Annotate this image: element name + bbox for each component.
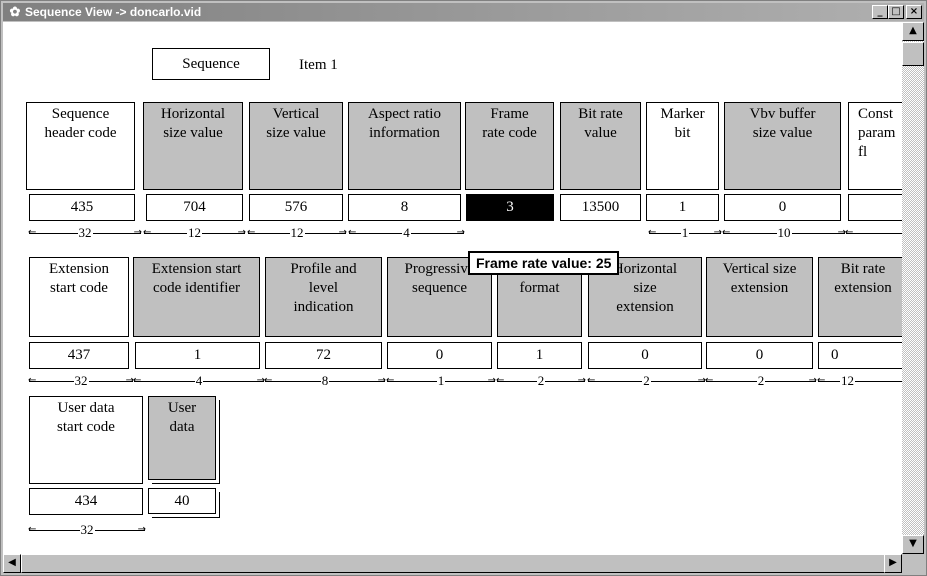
app-icon[interactable]: ✿ (7, 4, 23, 20)
title-bar[interactable]: ✿ Sequence View -> doncarlo.vid _ □ × (3, 3, 924, 21)
value-progressive-sequence[interactable]: 0 (387, 342, 492, 369)
value-chroma-format[interactable]: 1 (497, 342, 582, 369)
bits-bit-rate-extension: ← 12 (817, 373, 902, 388)
field-extension-start-code[interactable]: Extension start code (29, 257, 129, 337)
scroll-right-button[interactable]: ▶ (884, 554, 902, 573)
size-grip[interactable] (902, 554, 924, 573)
maximize-button[interactable]: □ (888, 5, 904, 19)
field-user-data-start-code[interactable]: User data start code (29, 396, 143, 484)
value-horizontal-size[interactable]: 704 (146, 194, 243, 221)
bits-marker-bit: ← 1 → (648, 225, 722, 240)
value-bit-rate-extension[interactable]: 0 (818, 342, 902, 369)
field-vbv-buffer-size-value[interactable]: Vbv buffer size value (724, 102, 841, 190)
field-aspect-ratio-information[interactable]: Aspect ratio information (348, 102, 461, 190)
bits-extension-start-code-identifier: ← 4 → (133, 373, 265, 388)
bits-profile-and-level: ← 8 → (264, 373, 386, 388)
field-marker-bit[interactable]: Marker bit (646, 102, 719, 190)
frame-rate-tooltip: Frame rate value: 25 (468, 251, 620, 275)
sequence-view-window: ✿ Sequence View -> doncarlo.vid _ □ × Se… (0, 0, 927, 576)
value-sequence-header-code[interactable]: 435 (29, 194, 135, 221)
field-const-param-flag[interactable]: Const param fl (848, 102, 902, 190)
bits-progressive-sequence: ← 1 → (386, 373, 496, 388)
field-extension-start-code-identifier[interactable]: Extension start code identifier (133, 257, 260, 337)
field-horizontal-size-value[interactable]: Horizontal size value (143, 102, 243, 190)
field-bit-rate-extension[interactable]: Bit rate extension (818, 257, 902, 337)
value-extension-start-code[interactable]: 437 (29, 342, 129, 369)
field-frame-rate-code[interactable]: Frame rate code (465, 102, 554, 190)
value-frame-rate-code[interactable]: 3 (466, 194, 554, 221)
window-title: Sequence View -> doncarlo.vid (25, 5, 202, 19)
field-vertical-size-value[interactable]: Vertical size value (249, 102, 343, 190)
value-vbv-buffer-size[interactable]: 0 (724, 194, 841, 221)
field-profile-and-level-indication[interactable]: Profile and level indication (265, 257, 382, 337)
value-extension-start-code-identifier[interactable]: 1 (135, 342, 260, 369)
sequence-label-box[interactable]: Sequence (152, 48, 270, 80)
bits-user-data-start-code: ← 32 → (28, 522, 146, 537)
value-aspect-ratio[interactable]: 8 (348, 194, 461, 221)
bits-vertical-size: ← 12 → (247, 225, 347, 240)
scroll-left-button[interactable]: ◀ (3, 554, 21, 573)
item-label: Item 1 (299, 57, 338, 73)
field-vertical-size-extension[interactable]: Vertical size extension (706, 257, 813, 337)
horizontal-scrollbar[interactable]: ◀ ▶ (3, 554, 902, 573)
value-vertical-size-extension[interactable]: 0 (706, 342, 813, 369)
value-profile-and-level[interactable]: 72 (265, 342, 382, 369)
vertical-scrollbar[interactable]: ▲ ▼ (902, 22, 924, 554)
bits-horizontal-size-extension: ← 2 → (587, 373, 706, 388)
value-bit-rate[interactable]: 13500 (560, 194, 641, 221)
value-horizontal-size-extension[interactable]: 0 (588, 342, 702, 369)
horizontal-scroll-thumb[interactable] (21, 554, 891, 573)
bits-chroma-format: ← 2 → (496, 373, 586, 388)
bits-aspect-ratio: ← 4 → (348, 225, 465, 240)
sequence-canvas: Sequence Item 1 Sequence header code Hori… (3, 22, 902, 554)
value-vertical-size[interactable]: 576 (249, 194, 343, 221)
scroll-up-button[interactable]: ▲ (902, 22, 924, 41)
bits-extension-start-code: ← 32 → (28, 373, 134, 388)
close-button[interactable]: × (906, 5, 922, 19)
value-user-data-start-code[interactable]: 434 (29, 488, 143, 515)
field-user-data[interactable]: User data (148, 396, 216, 480)
minimize-button[interactable]: _ (872, 5, 888, 19)
field-bit-rate-value[interactable]: Bit rate value (560, 102, 641, 190)
scroll-down-button[interactable]: ▼ (902, 535, 924, 554)
bits-vertical-size-extension: ← 2 → (705, 373, 817, 388)
field-sequence-header-code[interactable]: Sequence header code (26, 102, 135, 190)
value-marker-bit[interactable]: 1 (646, 194, 719, 221)
bits-sequence-header-code: ← 32 → (28, 225, 142, 240)
vertical-scroll-thumb[interactable] (902, 42, 924, 66)
bits-vbv-buffer-size: ← 10 → (722, 225, 846, 240)
value-user-data[interactable]: 40 (148, 488, 216, 514)
bits-const-param-flag: ← (845, 226, 902, 240)
bits-horizontal-size: ← 12 → (143, 225, 246, 240)
value-const-param-flag[interactable]: 0 (848, 194, 902, 221)
